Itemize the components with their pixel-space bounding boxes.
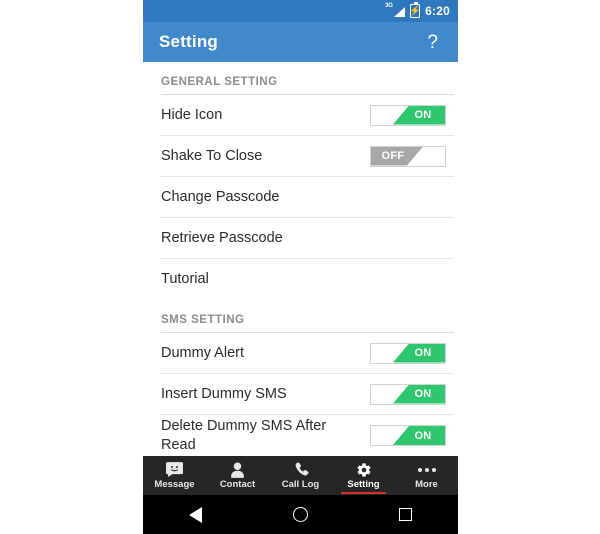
toggle-dummy-alert[interactable]: ON: [370, 342, 446, 364]
toggle-state-label: ON: [414, 388, 432, 400]
status-bar-icons: 3G ⚡ 6:20: [385, 2, 450, 18]
dot: [424, 467, 429, 472]
tab-more[interactable]: More: [395, 456, 458, 495]
toggle-state-label: ON: [414, 429, 432, 442]
setting-label: Hide Icon: [161, 106, 223, 123]
tab-active-indicator: [278, 492, 323, 494]
gear-icon: [356, 461, 372, 478]
person-icon: [230, 461, 245, 478]
charging-bolt-icon: ⚡: [409, 5, 421, 16]
tab-contact[interactable]: Contact: [206, 456, 269, 495]
recents-square-icon[interactable]: [379, 495, 433, 534]
status-bar: 3G ⚡ 6:20: [143, 0, 458, 22]
toggle-state-label: ON: [414, 109, 432, 121]
setting-label: Insert Dummy SMS: [161, 385, 287, 402]
tab-label: Setting: [347, 479, 380, 490]
setting-row-retrieve-passcode[interactable]: Retrieve Passcode: [161, 218, 454, 259]
setting-label: Delete Dummy SMS After Read: [161, 418, 327, 453]
tab-label: Message: [154, 479, 195, 490]
status-bar-clock: 6:20: [425, 4, 450, 18]
toggle-shake-to-close[interactable]: OFF: [370, 145, 446, 167]
android-navigation-bar: [143, 495, 458, 534]
section-header-sms: SMS SETTING: [161, 300, 454, 333]
tab-call-log[interactable]: Call Log: [269, 456, 332, 495]
setting-row-shake-to-close[interactable]: Shake To Close OFF: [161, 136, 454, 177]
tab-label: More: [415, 479, 438, 490]
battery-charging-icon: ⚡: [409, 2, 421, 18]
overflow-dots-icon: [417, 461, 436, 478]
setting-row-delete-dummy-sms-after-read[interactable]: Delete Dummy SMS After Read ON: [161, 415, 454, 456]
signal-bars-icon: 3G: [385, 3, 406, 18]
home-circle-icon[interactable]: [274, 495, 328, 534]
tab-message[interactable]: Message: [143, 456, 206, 495]
back-triangle-icon[interactable]: [169, 495, 223, 534]
tab-label: Contact: [219, 479, 256, 490]
tab-active-indicator: [215, 492, 260, 494]
help-icon[interactable]: ?: [423, 31, 442, 54]
setting-label: Change Passcode: [161, 188, 280, 205]
dot: [417, 467, 422, 472]
section-header-general: GENERAL SETTING: [161, 62, 454, 95]
phone-handset-icon: [293, 461, 309, 478]
setting-label: Dummy Alert: [161, 344, 244, 361]
setting-row-change-passcode[interactable]: Change Passcode: [161, 177, 454, 218]
setting-row-tutorial[interactable]: Tutorial: [161, 259, 454, 300]
setting-label: Shake To Close: [161, 147, 263, 164]
setting-row-hide-icon[interactable]: Hide Icon ON: [161, 95, 454, 136]
network-type-label: 3G: [385, 3, 393, 9]
toggle-insert-dummy-sms[interactable]: ON: [370, 383, 446, 405]
toggle-state-label: OFF: [381, 150, 405, 162]
tab-active-indicator: [340, 492, 387, 494]
setting-label: Retrieve Passcode: [161, 229, 283, 246]
settings-list[interactable]: GENERAL SETTING Hide Icon ON Shake To Cl…: [143, 62, 458, 456]
dot: [431, 467, 436, 472]
message-bubble-icon: [166, 461, 183, 478]
app-toolbar: Setting ?: [143, 22, 458, 62]
toggle-hide-icon[interactable]: ON: [370, 104, 446, 126]
phone-screen: 3G ⚡ 6:20 Setting ? GENERAL SETTING Hide…: [143, 0, 458, 534]
setting-row-dummy-alert[interactable]: Dummy Alert ON: [161, 333, 454, 374]
tab-active-indicator: [152, 492, 197, 494]
bottom-tab-bar: Message Contact Call Log Setting More: [143, 456, 458, 495]
dots-group: [417, 467, 436, 472]
tab-active-indicator: [404, 492, 449, 494]
tab-setting[interactable]: Setting: [332, 456, 395, 495]
signal-triangle: [394, 7, 406, 17]
setting-label: Tutorial: [161, 271, 209, 288]
page-title: Setting: [159, 32, 219, 51]
toggle-delete-dummy-sms-after-read[interactable]: ON: [370, 425, 446, 446]
toggle-state-label: ON: [414, 347, 432, 359]
setting-row-insert-dummy-sms[interactable]: Insert Dummy SMS ON: [161, 374, 454, 415]
tab-label: Call Log: [281, 479, 320, 490]
